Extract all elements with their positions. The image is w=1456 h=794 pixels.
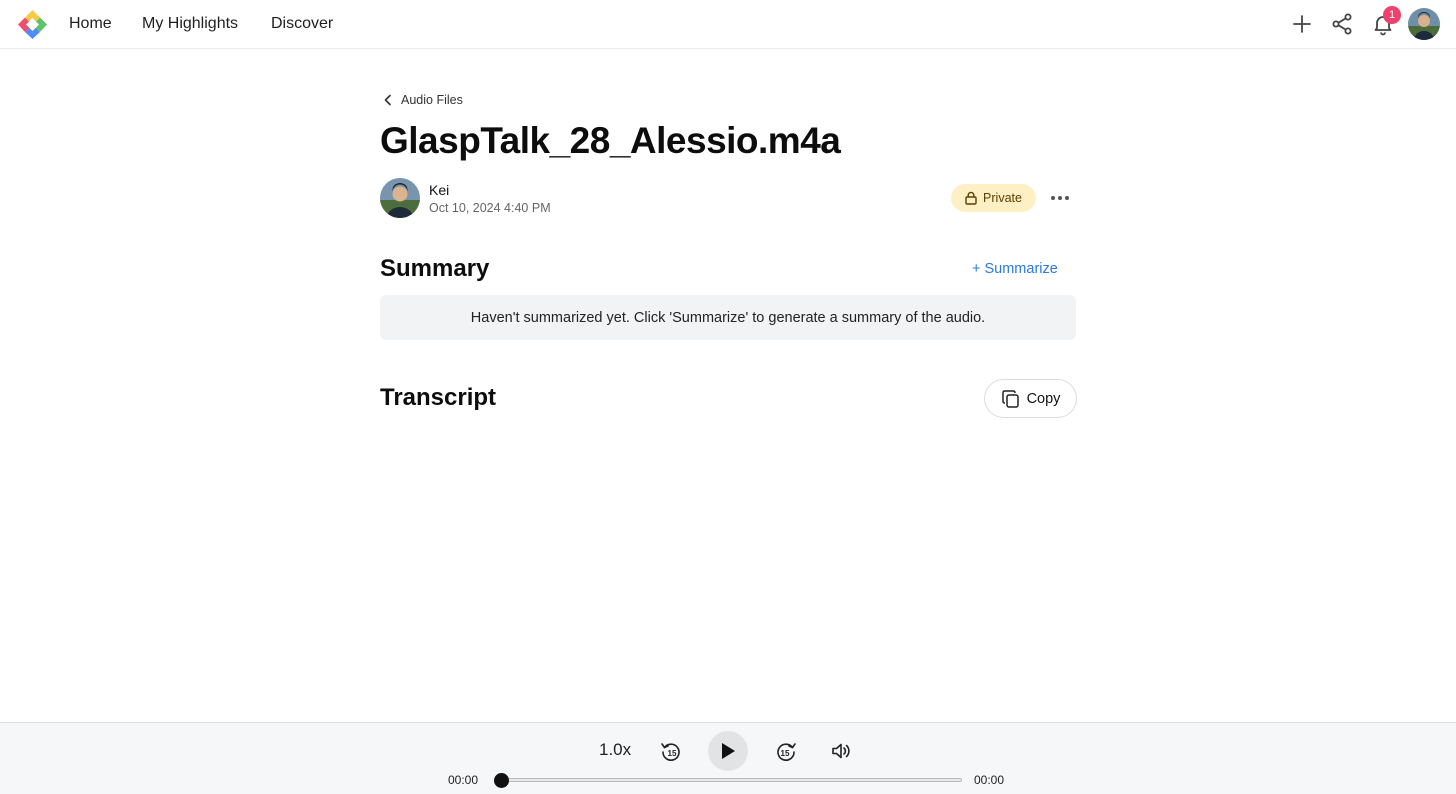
author-avatar[interactable]	[380, 178, 420, 218]
nav-home[interactable]: Home	[69, 15, 112, 33]
post-date: Oct 10, 2024 4:40 PM	[429, 201, 551, 215]
visibility-badge[interactable]: Private	[951, 184, 1036, 212]
glasp-logo[interactable]	[16, 8, 49, 41]
author-name[interactable]: Kei	[429, 182, 449, 198]
summarize-button[interactable]: + Summarize	[972, 261, 1058, 277]
rewind-15-icon[interactable]: 15	[659, 739, 683, 763]
forward-15-icon[interactable]: 15	[774, 739, 798, 763]
more-options-button[interactable]	[1046, 186, 1074, 210]
duration-time: 00:00	[974, 773, 1005, 787]
svg-text:15: 15	[668, 749, 677, 758]
copy-icon	[1001, 389, 1019, 408]
visibility-label: Private	[983, 191, 1022, 205]
breadcrumb-label: Audio Files	[401, 93, 463, 107]
more-horizontal-icon	[1051, 196, 1069, 200]
progress-thumb[interactable]	[494, 773, 509, 788]
summary-empty-state: Haven't summarized yet. Click 'Summarize…	[380, 295, 1076, 340]
nav-my-highlights[interactable]: My Highlights	[142, 15, 238, 33]
breadcrumb-back[interactable]: Audio Files	[383, 93, 463, 107]
svg-text:15: 15	[781, 749, 790, 758]
copy-button[interactable]: Copy	[984, 379, 1077, 418]
audio-player: 1.0x 15 15 00:00 00:00	[0, 722, 1456, 794]
lock-icon	[965, 191, 977, 205]
top-nav-bar: Home My Highlights Discover 1	[0, 0, 1456, 49]
user-avatar[interactable]	[1408, 8, 1440, 40]
summary-empty-text: Haven't summarized yet. Click 'Summarize…	[470, 309, 986, 326]
summary-heading: Summary	[380, 255, 490, 282]
nav-discover[interactable]: Discover	[271, 15, 333, 33]
play-button[interactable]	[708, 731, 748, 771]
transcript-heading: Transcript	[380, 384, 497, 411]
page-title: GlaspTalk_28_Alessio.m4a	[380, 120, 841, 161]
current-time: 00:00	[448, 773, 479, 787]
chevron-left-icon	[384, 94, 391, 106]
plus-icon[interactable]	[1290, 12, 1314, 36]
share-icon[interactable]	[1330, 12, 1354, 36]
progress-track[interactable]	[500, 778, 962, 782]
playback-speed-button[interactable]: 1.0x	[599, 740, 631, 760]
notification-badge: 1	[1383, 6, 1401, 24]
play-icon	[722, 743, 735, 759]
copy-label: Copy	[1026, 390, 1061, 407]
volume-icon[interactable]	[829, 739, 853, 763]
